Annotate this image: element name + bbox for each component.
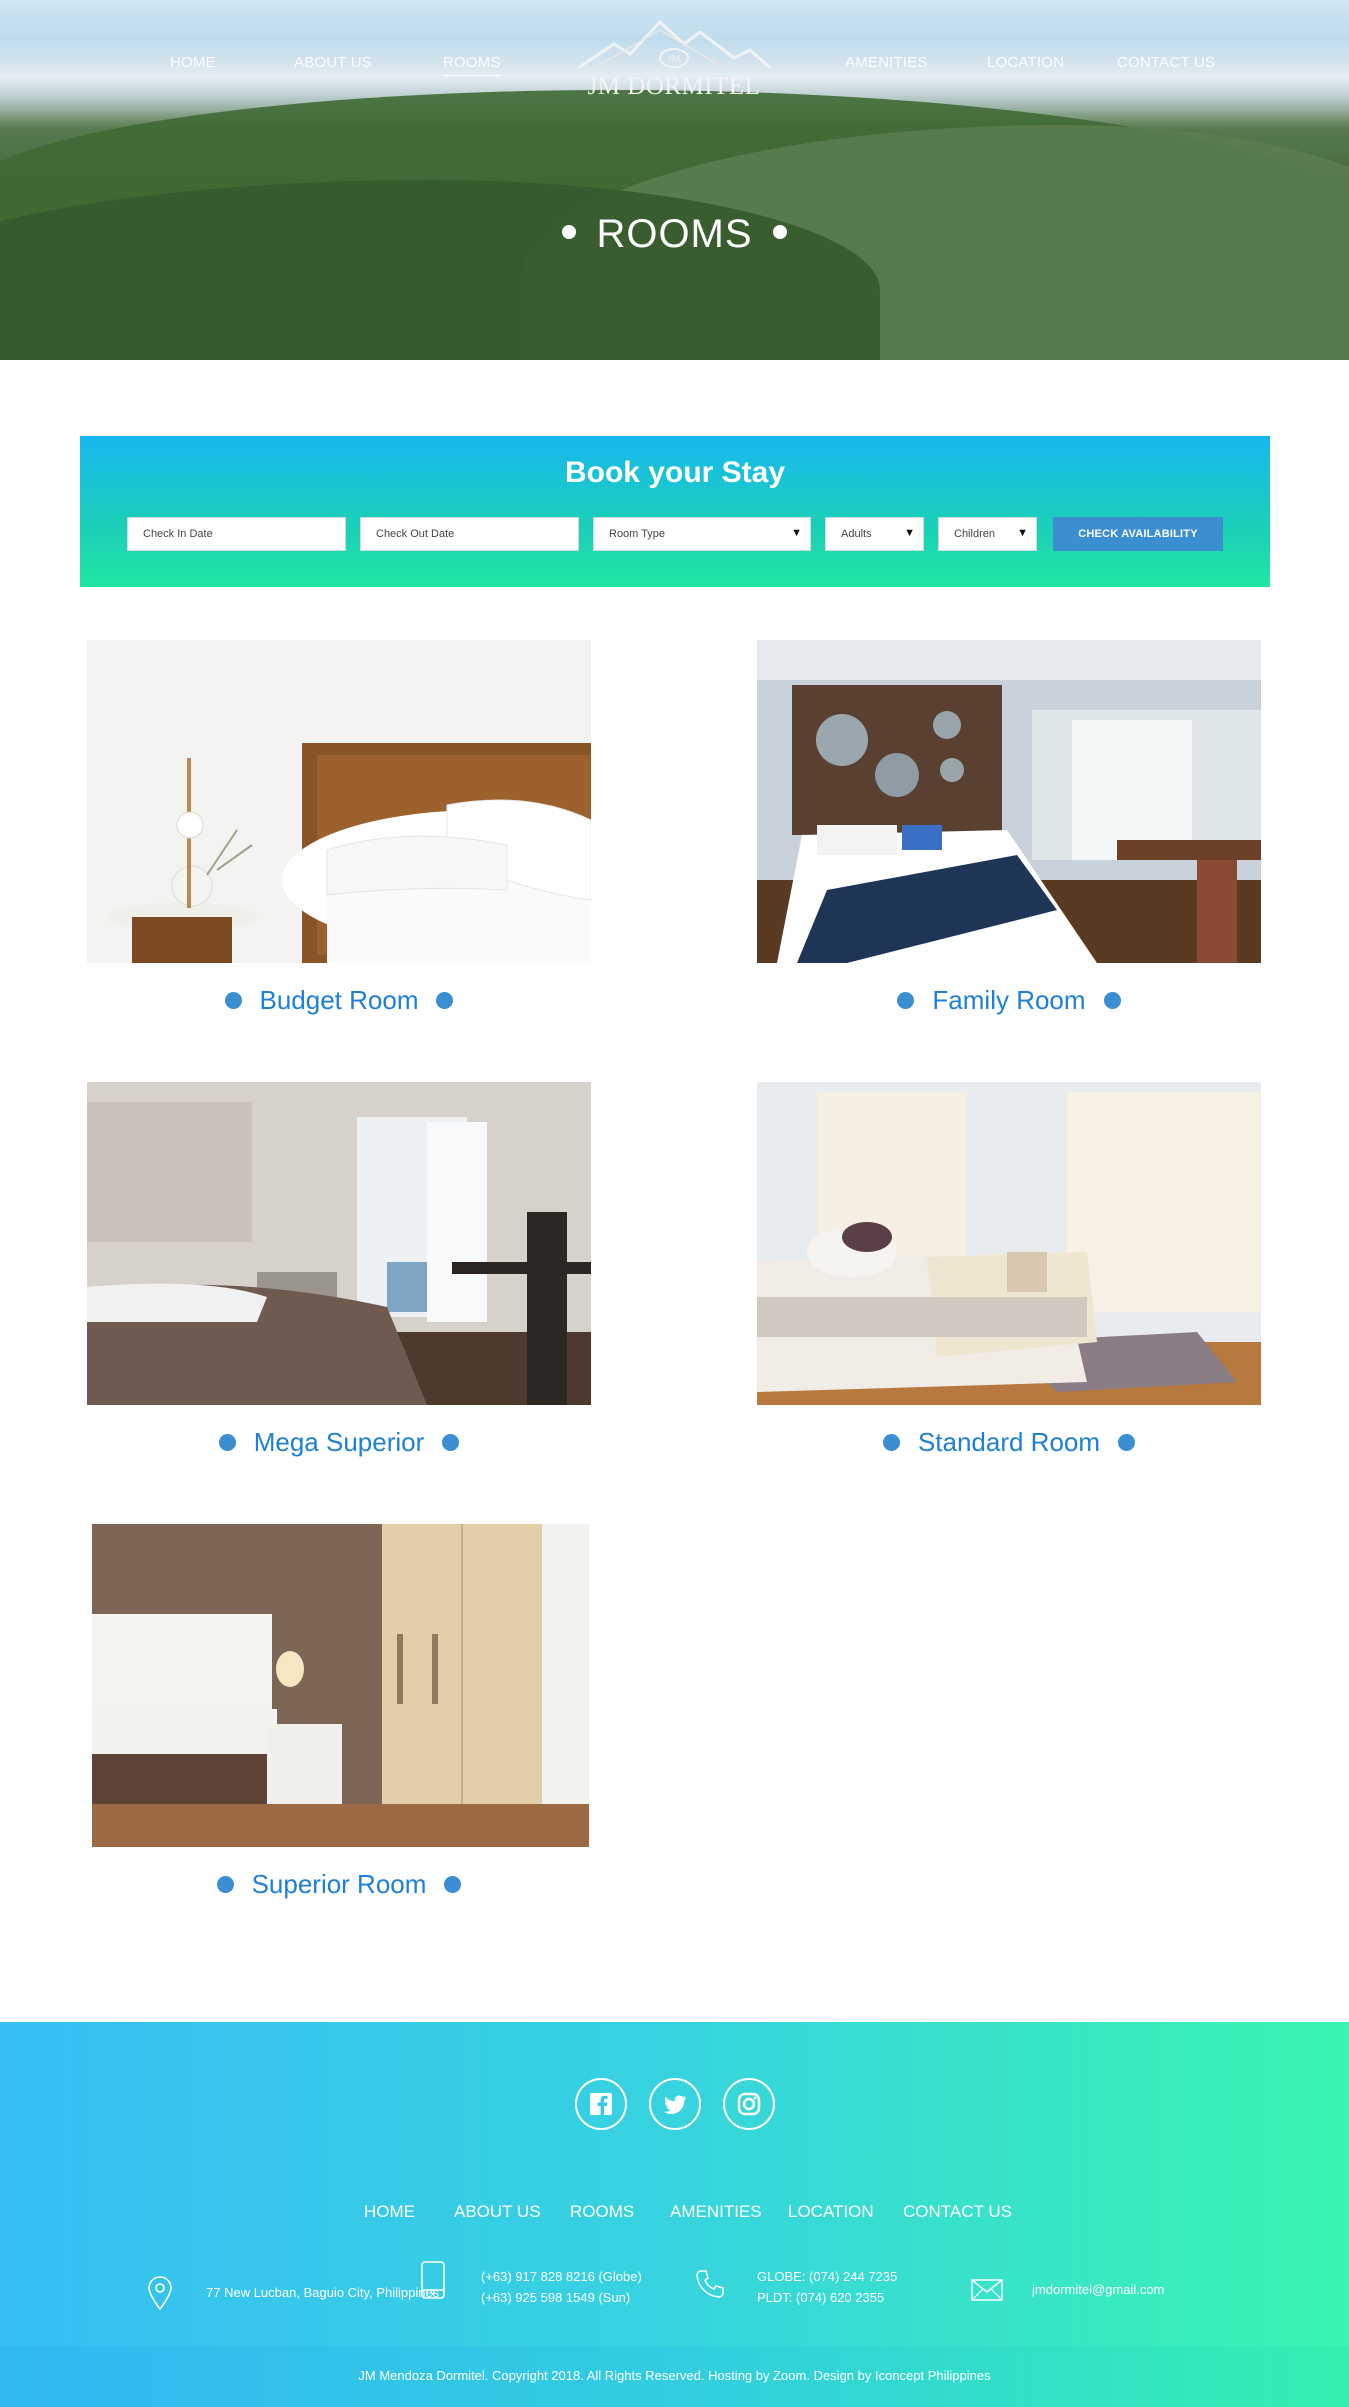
room-image-mega-superior[interactable] <box>87 1082 591 1405</box>
logo-text: JM DORMITEL <box>587 73 761 100</box>
room-name-text: Family Room <box>932 985 1086 1015</box>
bullet-icon <box>1103 991 1121 1009</box>
nav-home[interactable]: HOME <box>170 54 216 71</box>
children-select[interactable]: Children ▼ <box>938 517 1037 551</box>
nav-location[interactable]: LOCATION <box>987 54 1064 71</box>
footer-address: 77 New Lucban, Baguio City, Philippines <box>206 2285 440 2300</box>
hero-banner: HOME ABOUT US ROOMS AMENITIES LOCATION C… <box>0 0 1349 360</box>
footer-phone-globe: GLOBE: (074) 244 7235 <box>757 2269 898 2284</box>
children-value: Children <box>954 528 995 540</box>
room-name-text: Mega Superior <box>253 1427 425 1457</box>
bullet-icon <box>882 1433 900 1451</box>
room-photo <box>757 640 1261 963</box>
footer-mobile-globe: (+63) 917 828 8216 (Globe) <box>481 2269 642 2284</box>
room-type-value: Room Type <box>609 528 666 540</box>
bullet-icon <box>562 225 577 240</box>
adults-value: Adults <box>841 528 872 540</box>
room-photo <box>92 1524 589 1847</box>
copyright-text: JM Mendoza Dormitel. Copyright 2018. All… <box>358 2368 991 2383</box>
room-title-family[interactable]: Family Room <box>757 985 1261 1016</box>
room-title-budget[interactable]: Budget Room <box>87 985 591 1016</box>
mobile-phone-icon <box>421 2261 445 2299</box>
bullet-icon <box>1118 1433 1136 1451</box>
check-out-input[interactable]: Check Out Date <box>360 517 579 551</box>
footer-nav-location[interactable]: LOCATION <box>788 2202 874 2222</box>
twitter-icon[interactable] <box>649 2078 701 2130</box>
mountain-logo-icon: JM <box>577 19 772 70</box>
room-image-budget[interactable] <box>87 640 591 963</box>
phone-icon <box>696 2270 724 2298</box>
bullet-icon <box>224 991 242 1009</box>
footer-phone-pldt: PLDT: (074) 620 2355 <box>757 2290 885 2305</box>
room-name-text: Standard Room <box>917 1427 1101 1457</box>
site-logo[interactable]: JM JM DORMITEL <box>574 18 774 108</box>
bullet-icon <box>216 1875 234 1893</box>
nav-rooms[interactable]: ROOMS <box>443 54 501 76</box>
map-pin-icon <box>148 2276 172 2311</box>
bullet-icon <box>442 1433 460 1451</box>
footer-nav-about-us[interactable]: ABOUT US <box>454 2202 541 2222</box>
facebook-icon[interactable] <box>575 2078 627 2130</box>
footer-nav-contact-us[interactable]: CONTACT US <box>903 2202 1012 2222</box>
footer-nav-amenities[interactable]: AMENITIES <box>670 2202 762 2222</box>
room-type-select[interactable]: Room Type ▼ <box>593 517 811 551</box>
facebook-icon <box>590 2093 612 2115</box>
footer-nav-rooms[interactable]: ROOMS <box>570 2202 634 2222</box>
bullet-icon <box>444 1875 462 1893</box>
instagram-icon <box>737 2092 761 2116</box>
svg-text:JM: JM <box>668 54 681 65</box>
booking-heading: Book your Stay <box>564 456 786 489</box>
bullet-icon <box>772 225 787 240</box>
caret-down-icon: ▼ <box>1017 527 1028 539</box>
twitter-icon <box>664 2095 686 2114</box>
room-photo <box>87 640 591 963</box>
room-image-superior[interactable] <box>92 1524 589 1847</box>
check-in-input[interactable]: Check In Date <box>127 517 346 551</box>
check-availability-button[interactable]: CHECK AVAILABILITY <box>1053 517 1223 551</box>
check-out-placeholder: Check Out Date <box>376 528 455 540</box>
caret-down-icon: ▼ <box>791 527 802 539</box>
footer-email[interactable]: jmdormitel@gmail.com <box>1032 2279 1164 2300</box>
room-image-standard[interactable] <box>757 1082 1261 1405</box>
footer-mobile: (+63) 917 828 8216 (Globe) (+63) 925 598… <box>481 2266 642 2308</box>
bullet-icon <box>218 1433 236 1451</box>
page-title: ROOMS <box>0 212 1349 257</box>
footer-nav-home[interactable]: HOME <box>364 2202 415 2222</box>
instagram-icon[interactable] <box>723 2078 775 2130</box>
footer-landline: GLOBE: (074) 244 7235 PLDT: (074) 620 23… <box>757 2266 897 2308</box>
room-title-mega-superior[interactable]: Mega Superior <box>87 1427 591 1458</box>
room-name-text: Budget Room <box>259 985 419 1015</box>
room-name-text: Superior Room <box>251 1869 427 1899</box>
room-title-standard[interactable]: Standard Room <box>757 1427 1261 1458</box>
page-title-text: ROOMS <box>596 212 753 256</box>
room-photo <box>757 1082 1261 1405</box>
bullet-icon <box>436 991 454 1009</box>
adults-select[interactable]: Adults ▼ <box>825 517 924 551</box>
nav-about-us[interactable]: ABOUT US <box>294 54 372 71</box>
caret-down-icon: ▼ <box>904 527 915 539</box>
nav-contact-us[interactable]: CONTACT US <box>1117 54 1215 71</box>
nav-amenities[interactable]: AMENITIES <box>845 54 928 71</box>
envelope-icon <box>971 2279 1003 2301</box>
bullet-icon <box>897 991 915 1009</box>
room-title-superior[interactable]: Superior Room <box>87 1869 591 1900</box>
copyright-bar: JM Mendoza Dormitel. Copyright 2018. All… <box>0 2346 1349 2407</box>
room-image-family[interactable] <box>757 640 1261 963</box>
booking-panel: Book your Stay Check In Date Check Out D… <box>80 436 1270 587</box>
room-photo <box>87 1082 591 1405</box>
check-in-placeholder: Check In Date <box>143 528 213 540</box>
footer-mobile-sun: (+63) 925 598 1549 (Sun) <box>481 2290 631 2305</box>
